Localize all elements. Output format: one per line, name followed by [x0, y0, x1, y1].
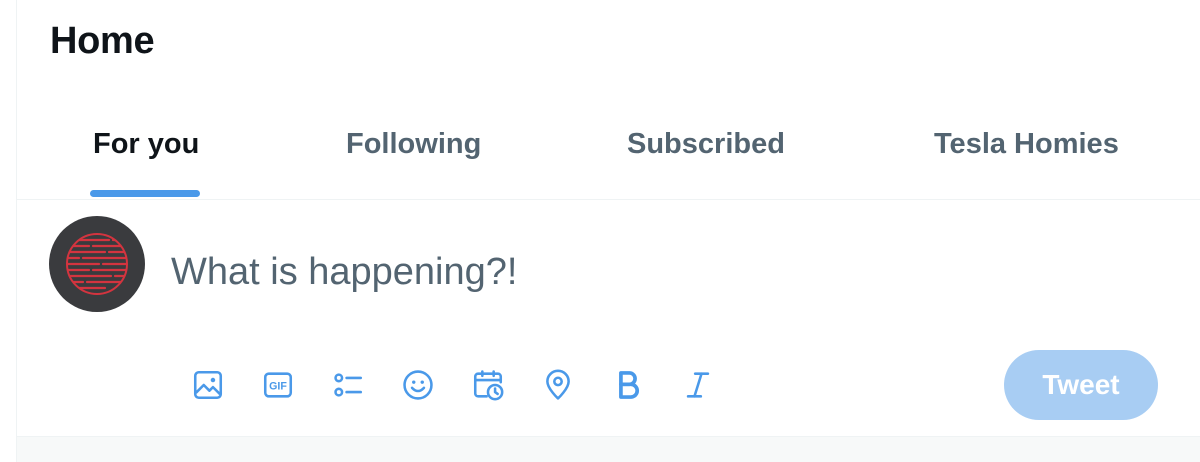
- tab-label: Following: [346, 128, 482, 160]
- tab-following[interactable]: Following: [269, 96, 554, 199]
- poll-icon[interactable]: [327, 360, 369, 410]
- tab-label: For you: [93, 128, 200, 160]
- bold-icon[interactable]: [607, 360, 649, 410]
- emoji-icon[interactable]: [397, 360, 439, 410]
- gif-label: GIF: [269, 381, 287, 393]
- tab-for-you[interactable]: For you: [17, 96, 269, 199]
- italic-icon[interactable]: [677, 360, 719, 410]
- avatar[interactable]: [49, 216, 145, 312]
- compose-input[interactable]: [171, 246, 931, 298]
- tab-subscribed[interactable]: Subscribed: [554, 96, 854, 199]
- tweet-button[interactable]: Tweet: [1004, 350, 1158, 420]
- schedule-icon[interactable]: [467, 360, 509, 410]
- active-tab-indicator: [90, 190, 200, 197]
- avatar-image: [66, 233, 128, 295]
- timeline-tabs: For you Following Subscribed Tesla Homie…: [17, 96, 1200, 200]
- tweet-composer: GIF: [17, 200, 1200, 436]
- tab-tesla-homies[interactable]: Tesla Homies: [854, 96, 1200, 199]
- gif-icon[interactable]: GIF: [257, 360, 299, 410]
- image-icon[interactable]: [187, 360, 229, 410]
- page-title: Home: [50, 20, 155, 62]
- home-timeline-panel: Home For you Following Subscribed Tesla …: [16, 0, 1200, 462]
- tab-label: Subscribed: [627, 128, 785, 160]
- tab-label: Tesla Homies: [934, 128, 1119, 160]
- location-icon[interactable]: [537, 360, 579, 410]
- timeline-divider: [17, 436, 1200, 462]
